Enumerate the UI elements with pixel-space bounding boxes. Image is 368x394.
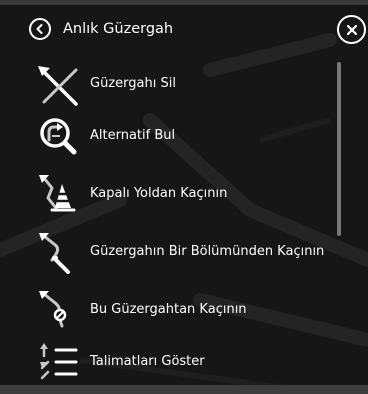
top-edge [0,0,368,5]
avoid-part-of-route-icon [39,233,70,274]
scrollbar[interactable] [337,62,341,236]
page-title: Anlık Güzergah [63,21,174,37]
menu-item-show-instructions[interactable]: Talimatları Göster [0,336,336,388]
find-alternative-icon [40,118,77,155]
menu-item-label: Güzergahı Sil [90,76,176,91]
menu-item-label: Güzergahın Bir Bölümünden Kaçının [90,244,325,259]
close-button[interactable] [337,15,366,44]
menu-item-label: Talimatları Göster [90,354,205,369]
menu-item-avoid-part-of-route[interactable]: Güzergahın Bir Bölümünden Kaçının [0,226,336,278]
back-button[interactable] [29,18,51,40]
menu-item-avoid-blocked-road[interactable]: Kapalı Yoldan Kaçının [0,168,336,220]
header: Anlık Güzergah [0,10,368,48]
menu-item-avoid-this-route[interactable]: Bu Güzergahtan Kaçının [0,284,336,336]
avoid-this-route-icon [39,291,67,328]
avoid-blocked-road-icon [39,175,76,212]
menu-item-delete-route[interactable]: Güzergahı Sil [0,58,336,110]
menu-item-label: Alternatif Bul [90,128,176,143]
menu-item-label: Bu Güzergahtan Kaçının [90,302,247,317]
route-menu-panel: Anlık Güzergah Güzergahı Sil Alternatif … [0,0,368,394]
delete-route-icon [38,66,78,106]
menu-item-find-alternative[interactable]: Alternatif Bul [0,110,336,162]
menu-item-label: Kapalı Yoldan Kaçının [90,186,228,201]
show-instructions-icon [40,343,78,380]
bottom-edge [0,385,368,394]
close-icon [346,24,357,35]
chevron-left-icon [36,24,43,34]
